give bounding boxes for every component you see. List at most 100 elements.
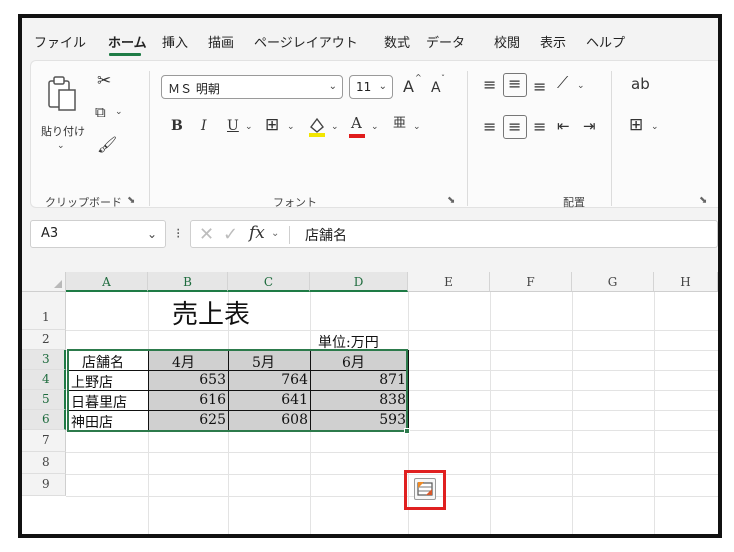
- align-right-icon[interactable]: ≡: [533, 119, 546, 135]
- tab-file[interactable]: ファイル: [34, 32, 86, 51]
- merge-dropdown-icon[interactable]: ⌄: [651, 122, 659, 132]
- column-header-c[interactable]: C: [228, 272, 310, 292]
- tab-draw[interactable]: 描画: [208, 32, 234, 51]
- gridline: [66, 330, 718, 331]
- fill-color-icon[interactable]: [307, 115, 327, 137]
- tab-help[interactable]: ヘルプ: [586, 32, 625, 51]
- table-border: [408, 350, 409, 431]
- formula-bar: A3 ⌄ ⁝ ✕ ✓ fx ⌄ 店舗名: [30, 216, 718, 252]
- tab-formulas[interactable]: 数式: [384, 32, 410, 51]
- screenshot-frame: ファイル ホーム 挿入 描画 ページレイアウト 数式 データ 校閲 表示 ヘルプ…: [18, 14, 722, 538]
- cancel-icon[interactable]: ✕: [199, 224, 214, 245]
- column-header-h[interactable]: H: [654, 272, 718, 292]
- clipboard-launcher-icon[interactable]: ⬊: [127, 195, 135, 206]
- font-name-combo[interactable]: ＭＳ 明朝 ⌄: [161, 75, 343, 99]
- chevron-down-icon: ⌄: [378, 81, 387, 92]
- underline-button[interactable]: U: [227, 119, 239, 133]
- chevron-down-icon[interactable]: ⌄: [271, 228, 279, 239]
- tab-home[interactable]: ホーム: [108, 32, 147, 51]
- font-color-dropdown-icon[interactable]: ⌄: [371, 122, 379, 132]
- grow-font-button[interactable]: A: [403, 79, 414, 95]
- column-header-f[interactable]: F: [490, 272, 572, 292]
- gridline: [572, 292, 573, 534]
- align-bottom-icon[interactable]: ≡: [533, 79, 546, 95]
- shrink-font-button[interactable]: A: [431, 81, 441, 95]
- tab-review[interactable]: 校閲: [494, 32, 520, 51]
- selection-range: [67, 349, 408, 432]
- ribbon-separator: [149, 71, 150, 206]
- formula-bar-grip-icon[interactable]: ⁝: [176, 226, 180, 242]
- paste-dropdown-icon[interactable]: ⌄: [57, 141, 65, 151]
- font-name-value: ＭＳ 明朝: [168, 82, 220, 96]
- fill-handle[interactable]: [404, 428, 410, 434]
- increase-indent-icon[interactable]: ⇥: [583, 119, 596, 134]
- brush-icon[interactable]: 🖌: [97, 137, 117, 153]
- border-icon[interactable]: ⊞: [265, 117, 279, 134]
- paste-button[interactable]: 貼り付け: [41, 123, 85, 139]
- enter-check-icon[interactable]: ✓: [223, 224, 238, 245]
- align-top-icon[interactable]: ≡: [483, 77, 496, 93]
- row-header-4[interactable]: 4: [22, 370, 66, 390]
- quick-analysis-button[interactable]: [414, 478, 436, 500]
- align-middle-button[interactable]: ≡: [503, 73, 527, 97]
- wrap-text-icon[interactable]: ab: [631, 77, 650, 92]
- gridline: [490, 292, 491, 534]
- sheet-title[interactable]: 売上表: [172, 294, 250, 331]
- row-header-1[interactable]: 1: [22, 292, 66, 330]
- worksheet-grid[interactable]: A B C D E F G H 1 2 3 4 5 6 7 8 9 売上表 単位…: [22, 272, 718, 534]
- phonetic-icon[interactable]: 亜: [393, 117, 406, 130]
- copy-icon[interactable]: ⧉: [95, 105, 106, 120]
- font-color-button[interactable]: A: [351, 116, 362, 131]
- bold-button[interactable]: B: [171, 119, 183, 133]
- row-header-8[interactable]: 8: [22, 452, 66, 474]
- font-size-combo[interactable]: 11 ⌄: [349, 75, 393, 99]
- scissors-icon[interactable]: ✂: [97, 73, 111, 90]
- fill-color-dropdown-icon[interactable]: ⌄: [331, 122, 339, 132]
- select-all-icon: [54, 280, 62, 288]
- ribbon-home: 貼り付け ⌄ ✂ ⧉ ⌄ 🖌 クリップボード ⬊ ＭＳ 明朝 ⌄ 11 ⌄ A …: [30, 60, 718, 209]
- paste-icon[interactable]: [43, 73, 83, 113]
- font-launcher-icon[interactable]: ⬊: [447, 195, 455, 206]
- column-header-g[interactable]: G: [572, 272, 654, 292]
- row-header-6[interactable]: 6: [22, 410, 66, 430]
- select-all-button[interactable]: [22, 272, 66, 292]
- alignment-launcher-icon[interactable]: ⬊: [699, 195, 707, 206]
- tab-insert[interactable]: 挿入: [162, 32, 188, 51]
- italic-button[interactable]: I: [201, 119, 207, 133]
- tab-data[interactable]: データ: [426, 32, 465, 51]
- chevron-down-icon: ⌄: [328, 81, 337, 92]
- phonetic-dropdown-icon[interactable]: ⌄: [413, 122, 421, 132]
- font-size-value: 11: [356, 80, 372, 94]
- align-left-icon[interactable]: ≡: [483, 119, 496, 135]
- gridline: [66, 474, 718, 475]
- orientation-icon[interactable]: ⟋: [557, 75, 568, 91]
- quick-analysis-icon: [417, 482, 433, 496]
- ribbon-tabs: ファイル ホーム 挿入 描画 ページレイアウト 数式 データ 校閲 表示 ヘルプ: [22, 18, 718, 58]
- column-header-d[interactable]: D: [310, 272, 408, 292]
- orientation-dropdown-icon[interactable]: ⌄: [577, 81, 585, 91]
- grow-font-icon: ^: [415, 73, 422, 82]
- underline-dropdown-icon[interactable]: ⌄: [245, 122, 253, 132]
- formula-content[interactable]: 店舗名: [305, 225, 347, 245]
- row-header-5[interactable]: 5: [22, 390, 66, 410]
- row-header-3[interactable]: 3: [22, 350, 66, 370]
- name-box[interactable]: A3 ⌄: [30, 220, 166, 248]
- align-middle-icon: ≡: [508, 74, 522, 93]
- row-header-2[interactable]: 2: [22, 330, 66, 350]
- align-center-button[interactable]: ≡: [503, 115, 527, 139]
- alignment-group-label: 配置: [563, 196, 585, 209]
- decrease-indent-icon[interactable]: ⇤: [557, 119, 570, 134]
- row-header-9[interactable]: 9: [22, 474, 66, 496]
- merge-center-icon[interactable]: ⊞: [629, 117, 643, 134]
- column-header-a[interactable]: A: [66, 272, 148, 292]
- column-header-b[interactable]: B: [148, 272, 228, 292]
- tab-view[interactable]: 表示: [540, 32, 566, 51]
- formula-input-area[interactable]: ✕ ✓ fx ⌄ 店舗名: [190, 220, 718, 248]
- shrink-font-icon: ˇ: [441, 74, 445, 83]
- insert-function-button[interactable]: fx: [249, 223, 265, 243]
- border-dropdown-icon[interactable]: ⌄: [287, 122, 295, 132]
- row-header-7[interactable]: 7: [22, 430, 66, 452]
- column-header-e[interactable]: E: [408, 272, 490, 292]
- tab-page-layout[interactable]: ページレイアウト: [254, 32, 358, 51]
- copy-dropdown-icon[interactable]: ⌄: [115, 107, 123, 117]
